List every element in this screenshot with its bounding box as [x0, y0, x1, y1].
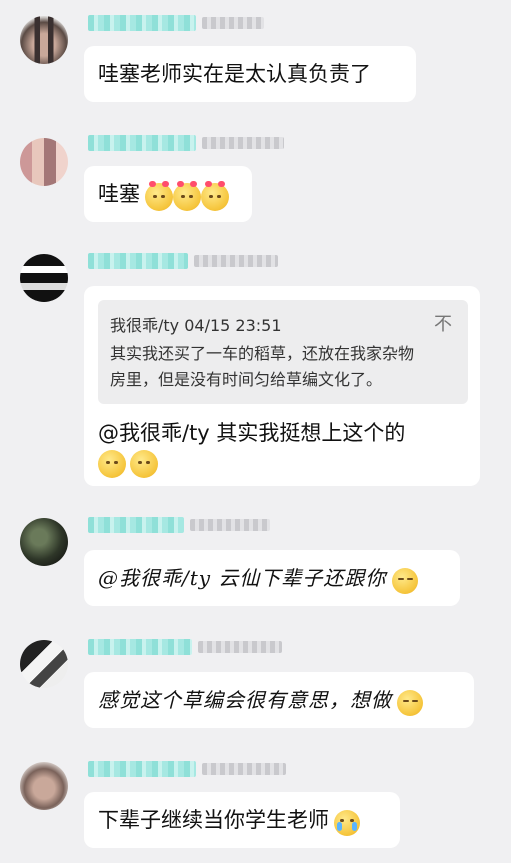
avatar[interactable] [20, 640, 68, 688]
message-text: @我很乖/ty 其实我挺想上这个的 [98, 421, 406, 445]
sender-name[interactable] [190, 519, 270, 531]
quoted-message[interactable]: 我很乖/ty 04/15 23:51 不 其实我还买了一车的稻草，还放在我家杂物… [98, 300, 468, 404]
sender-info [88, 516, 270, 534]
quote-text-line: 房里，但是没有时间匀给草编文化了。 [110, 370, 383, 389]
sender-info [88, 760, 286, 778]
avatar[interactable] [20, 138, 68, 186]
message-bubble[interactable]: 下辈子继续当你学生老师 [84, 792, 400, 848]
sender-name[interactable] [198, 641, 282, 653]
message-text: 下辈子继续当你学生老师 [98, 808, 329, 832]
member-tag [88, 761, 196, 777]
message-text: @我很乖/ty 云仙下辈子还跟你 [98, 566, 387, 590]
message-bubble[interactable]: 我很乖/ty 04/15 23:51 不 其实我还买了一车的稻草，还放在我家杂物… [84, 286, 480, 486]
message-text: 哇塞 [98, 182, 140, 206]
sender-name[interactable] [202, 137, 284, 149]
thinking-emoji-icon [130, 450, 158, 478]
sender-info [88, 14, 264, 32]
avatar[interactable] [20, 254, 68, 302]
message-bubble[interactable]: 哇塞 [84, 166, 252, 222]
message-text: 感觉这个草编会很有意思，想做 [98, 688, 392, 712]
sender-info [88, 252, 278, 270]
heart-eyes-emoji-icon [201, 180, 230, 211]
sender-name[interactable] [202, 763, 286, 775]
heart-eyes-emoji-icon [173, 180, 202, 211]
sender-name[interactable] [194, 255, 278, 267]
quote-author: 我很乖/ty [110, 316, 180, 335]
smirk-emoji-icon [391, 567, 418, 594]
message-text: 哇塞老师实在是太认真负责了 [98, 62, 371, 86]
thinking-emoji-icon [98, 450, 126, 478]
heart-eyes-emoji-icon [145, 180, 174, 211]
member-tag [88, 15, 196, 31]
message-bubble[interactable]: 哇塞老师实在是太认真负责了 [84, 46, 416, 102]
avatar[interactable] [20, 762, 68, 810]
member-tag [88, 517, 184, 533]
sender-name[interactable] [202, 17, 264, 29]
smirk-emoji-icon [397, 689, 424, 716]
collapse-icon[interactable]: 不 [434, 310, 452, 336]
avatar[interactable] [20, 16, 68, 64]
sender-info [88, 134, 284, 152]
member-tag [88, 639, 192, 655]
quote-text-line: 其实我还买了一车的稻草，还放在我家杂物 [110, 344, 415, 363]
sender-info [88, 638, 282, 656]
message-bubble[interactable]: @我很乖/ty 云仙下辈子还跟你 [84, 550, 460, 606]
member-tag [88, 135, 196, 151]
quote-time: 04/15 23:51 [184, 316, 282, 335]
avatar[interactable] [20, 518, 68, 566]
message-bubble[interactable]: 感觉这个草编会很有意思，想做 [84, 672, 474, 728]
crying-emoji-icon [334, 809, 361, 836]
member-tag [88, 253, 188, 269]
